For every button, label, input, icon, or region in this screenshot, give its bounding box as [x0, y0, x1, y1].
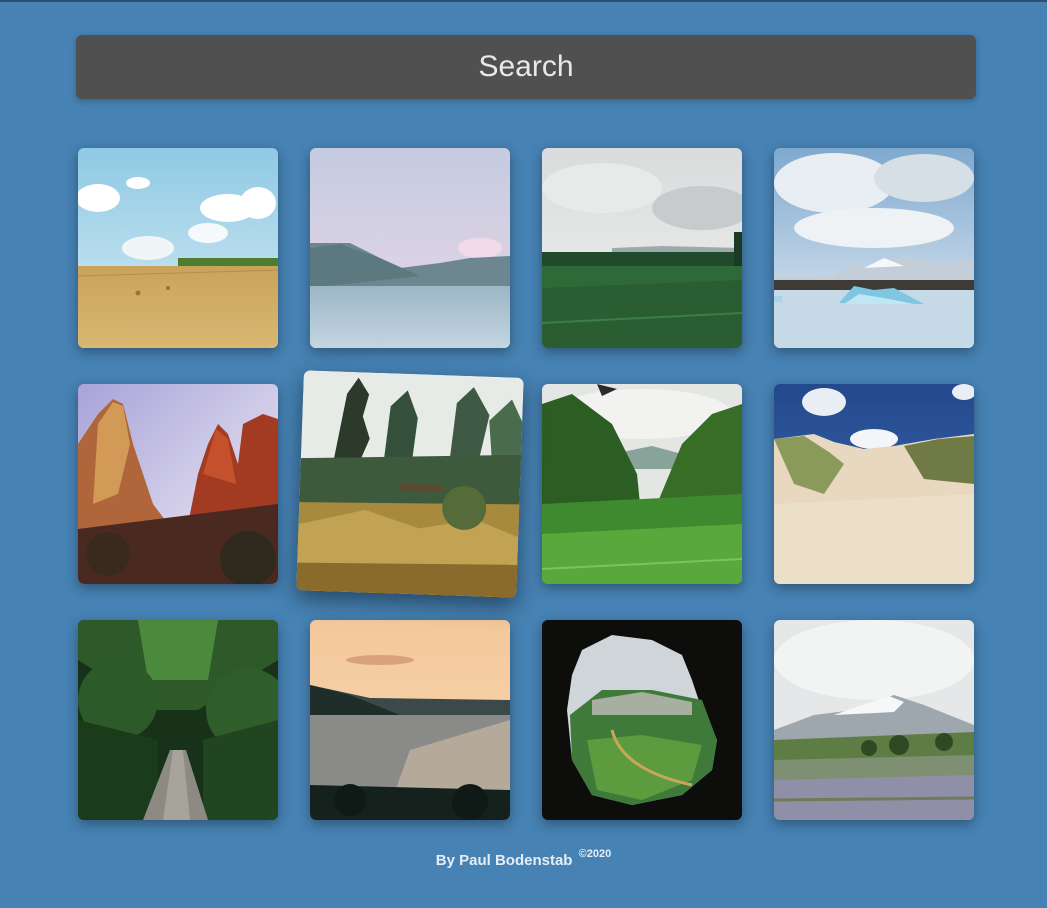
photo-forest-garden[interactable]	[296, 370, 524, 598]
photo-green-valley[interactable]	[542, 384, 742, 584]
photo-wheat-field-image	[78, 148, 278, 348]
search-input[interactable]	[76, 34, 976, 100]
photo-cave-view-image	[542, 620, 742, 820]
photo-lake-mountains-image	[310, 148, 510, 348]
photo-mountain-meadow[interactable]	[774, 620, 974, 820]
photo-glacier-lagoon-image	[774, 148, 974, 348]
photo-sunset-coast-image	[310, 620, 510, 820]
photo-wheat-field[interactable]	[78, 148, 278, 348]
photo-green-valley-image	[542, 384, 742, 584]
photo-sand-dunes-image	[774, 384, 974, 584]
footer-copyright: ©2020	[578, 848, 612, 860]
search-bar[interactable]	[76, 34, 976, 100]
photo-forest-path-image	[78, 620, 278, 820]
photo-forest-path[interactable]	[78, 620, 278, 820]
photo-glacier-lagoon[interactable]	[774, 148, 974, 348]
photo-cave-view[interactable]	[542, 620, 742, 820]
footer: By Paul Bodenstab ©2020	[0, 848, 1047, 869]
photo-red-rock-canyon[interactable]	[78, 384, 278, 584]
photo-gallery	[78, 148, 974, 820]
photo-red-rock-canyon-image	[78, 384, 278, 584]
photo-mountain-meadow-image	[774, 620, 974, 820]
photo-sunset-coast[interactable]	[310, 620, 510, 820]
photo-lake-mountains[interactable]	[310, 148, 510, 348]
photo-green-meadow[interactable]	[542, 148, 742, 348]
footer-author: By Paul Bodenstab	[435, 852, 573, 869]
photo-green-meadow-image	[542, 148, 742, 348]
photo-sand-dunes[interactable]	[774, 384, 974, 584]
photo-forest-garden-image	[296, 370, 524, 598]
